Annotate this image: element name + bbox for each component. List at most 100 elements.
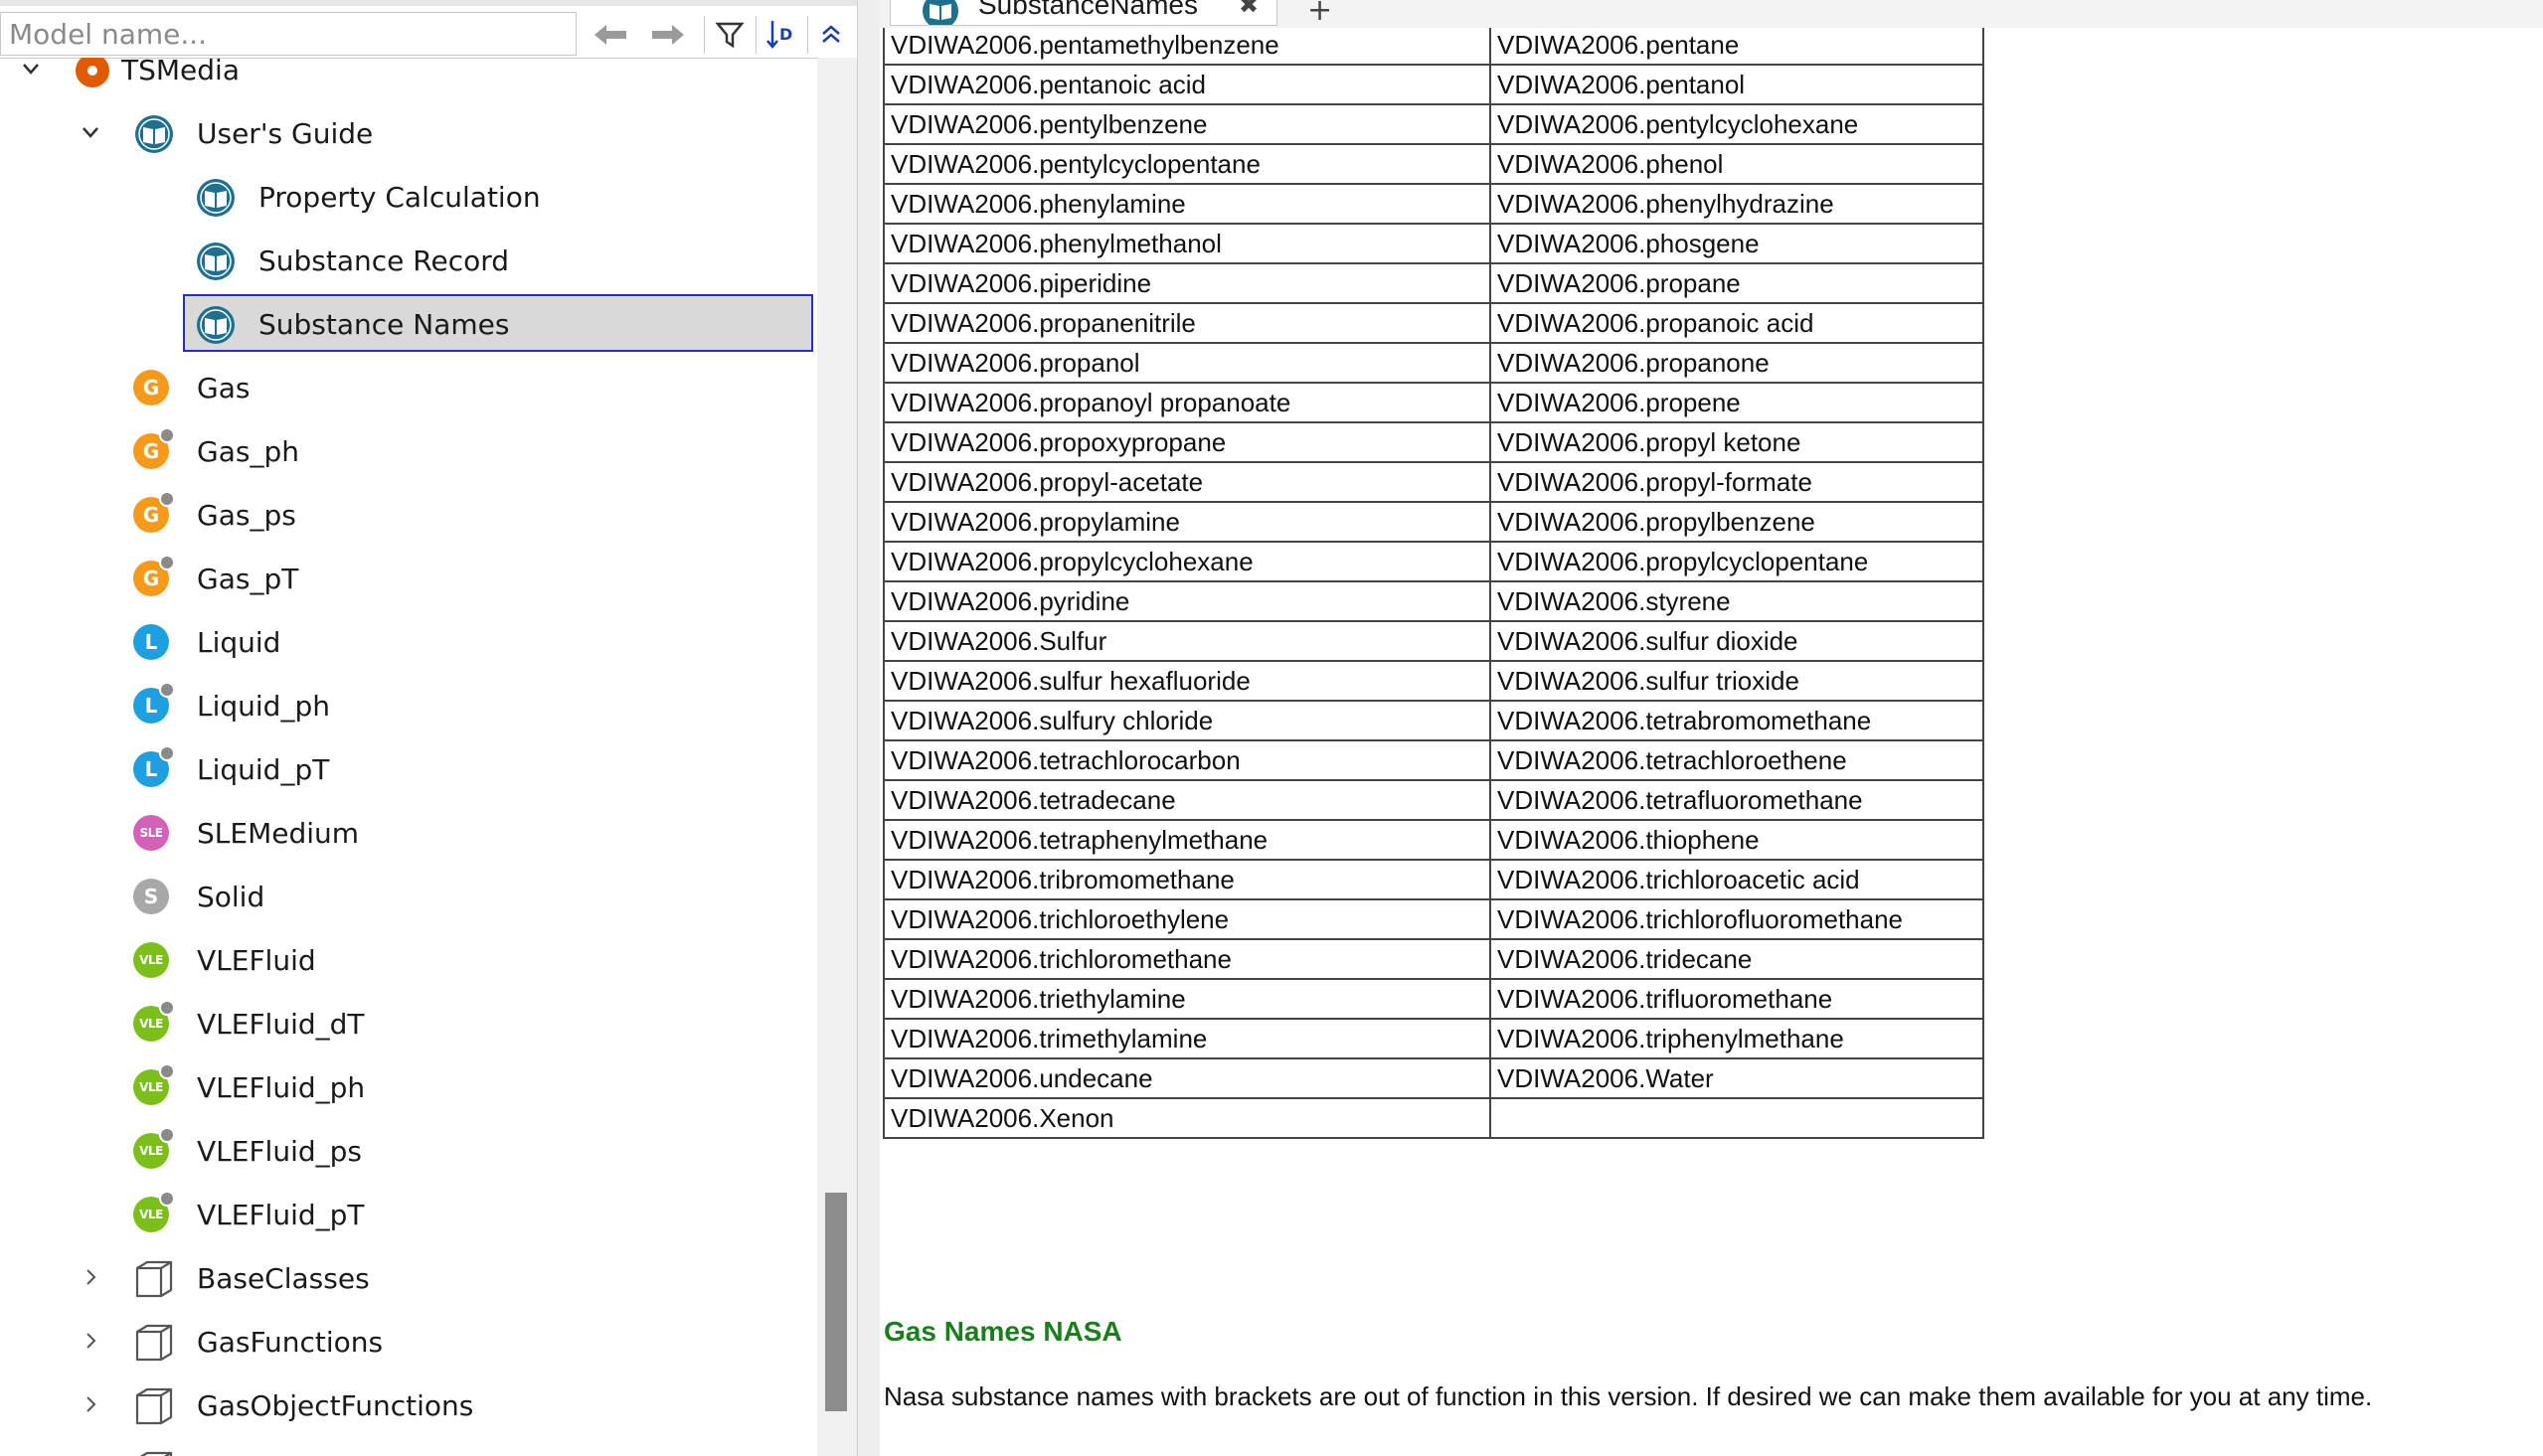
chevron-down-icon[interactable] xyxy=(76,117,105,147)
table-cell: VDIWA2006.propanol xyxy=(883,342,1491,384)
table-cell: VDIWA2006.propane xyxy=(1489,262,1984,304)
tree-item[interactable]: G Gas_ps xyxy=(0,485,815,545)
table-cell: VDIWA2006.sulfur trioxide xyxy=(1489,660,1984,702)
table-cell: VDIWA2006.phenylmethanol xyxy=(883,223,1491,264)
tree-item-label: Substance Names xyxy=(258,308,510,341)
document-tab-strip: SubstanceNames ✖ + xyxy=(880,0,2543,28)
tree-item[interactable]: TSMedia xyxy=(0,58,815,99)
tree-item[interactable]: G Gas_pT xyxy=(0,549,815,608)
tree-item[interactable]: G Gas_ph xyxy=(0,421,815,481)
sort-descending-icon[interactable]: D xyxy=(760,14,803,56)
nasa-note-paragraph: Nasa substance names with brackets are o… xyxy=(884,1381,2373,1411)
tree-item-label: VLEFluid_ph xyxy=(197,1071,366,1104)
tree-item-label: Gas_pT xyxy=(197,563,299,595)
gas-medium-icon: G xyxy=(133,491,175,537)
table-cell: VDIWA2006.trichloroacetic acid xyxy=(1489,859,1984,900)
tree-item[interactable]: BaseClasses xyxy=(0,1248,815,1308)
tree-item[interactable]: SLE SLEMedium xyxy=(0,803,815,863)
table-cell: VDIWA2006.propylcyclohexane xyxy=(883,541,1491,582)
table-row: VDIWA2006.trichloroethylene VDIWA2006.tri… xyxy=(883,898,1984,940)
variant-badge-icon xyxy=(159,745,175,761)
gas-medium-icon: G xyxy=(133,427,175,473)
vle-medium-icon: VLE xyxy=(133,1191,175,1236)
table-row: VDIWA2006.tribromomethane VDIWA2006.trich… xyxy=(883,859,1984,900)
table-row: VDIWA2006.pentamethylbenzene VDIWA2006.pe… xyxy=(883,24,1984,66)
tree-item-label: VLEFluid_ps xyxy=(197,1135,362,1168)
vle-medium-icon: VLE xyxy=(133,940,175,982)
close-icon[interactable]: ✖ xyxy=(1239,0,1259,21)
gas-medium-icon: G xyxy=(133,555,175,600)
table-row: VDIWA2006.Sulfur VDIWA2006.sulfur dioxide xyxy=(883,620,1984,662)
tree-item[interactable]: Property Calculation xyxy=(0,167,815,227)
tree-item[interactable]: VLE VLEFluid_pT xyxy=(0,1185,815,1244)
funnel-icon[interactable] xyxy=(708,14,752,56)
table-cell: VDIWA2006.pentamethylbenzene xyxy=(883,24,1491,66)
arrow-right-icon[interactable] xyxy=(646,14,690,56)
table-row: VDIWA2006.piperidine VDIWA2006.propane xyxy=(883,262,1984,304)
tree-item[interactable]: G Gas xyxy=(0,358,815,417)
tree-item[interactable]: VLE VLEFluid_dT xyxy=(0,994,815,1053)
tree-item-label: SLEMedium xyxy=(197,817,360,850)
tree-item[interactable]: Substance Record xyxy=(0,231,815,290)
table-cell: VDIWA2006.tetrachlorocarbon xyxy=(883,739,1491,781)
chevron-down-icon[interactable] xyxy=(16,58,46,83)
table-row: VDIWA2006.undecane VDIWA2006.Water xyxy=(883,1057,1984,1099)
table-row: VDIWA2006.pyridine VDIWA2006.styrene xyxy=(883,580,1984,622)
table-row: VDIWA2006.propylcyclohexane VDIWA2006.pro… xyxy=(883,541,1984,582)
tab-label: SubstanceNames xyxy=(978,0,1199,20)
tree-item-label: VLEFluid xyxy=(197,944,316,977)
tree-scrollbar-thumb[interactable] xyxy=(825,1193,847,1411)
tree-item-label: VLEFluid_dT xyxy=(197,1008,365,1041)
substance-names-table: VDIWA2006.pentachloroethaneVDIWA2006.pen… xyxy=(883,0,1984,1139)
tree-item[interactable]: Substance Names xyxy=(0,294,815,354)
table-cell: VDIWA2006.piperidine xyxy=(883,262,1491,304)
collapse-all-icon[interactable] xyxy=(809,14,853,56)
plus-icon[interactable]: + xyxy=(1307,0,1332,26)
tree-item[interactable]: VLE VLEFluid_ps xyxy=(0,1121,815,1181)
tree-item[interactable]: GasFunctions xyxy=(0,1312,815,1372)
table-cell: VDIWA2006.phenylhydrazine xyxy=(1489,183,1984,225)
model-name-search-input[interactable] xyxy=(0,12,577,56)
table-cell: VDIWA2006.propanenitrile xyxy=(883,302,1491,344)
chevron-right-icon[interactable] xyxy=(76,1326,105,1356)
tree-item[interactable]: VLE VLEFluid xyxy=(0,930,815,990)
tab-substance-names[interactable]: SubstanceNames ✖ xyxy=(890,0,1277,26)
table-cell: VDIWA2006.Xenon xyxy=(883,1097,1491,1139)
variant-badge-icon xyxy=(159,682,175,698)
tree-item-label: Liquid_pT xyxy=(197,753,330,786)
table-row: VDIWA2006.trimethylamine VDIWA2006.triphe… xyxy=(883,1018,1984,1059)
chevron-right-icon[interactable] xyxy=(76,1262,105,1292)
table-cell: VDIWA2006.trichloromethane xyxy=(883,938,1491,980)
table-row: VDIWA2006.pentanoic acid VDIWA2006.pentan… xyxy=(883,64,1984,105)
gas-medium-icon: G xyxy=(133,368,175,409)
table-cell: VDIWA2006.triphenylmethane xyxy=(1489,1018,1984,1059)
variant-badge-icon xyxy=(159,427,175,443)
tree-item[interactable]: User's Guide xyxy=(0,103,815,163)
variant-badge-icon xyxy=(159,491,175,507)
panel-splitter[interactable] xyxy=(858,0,880,1456)
table-cell: VDIWA2006.propylbenzene xyxy=(1489,501,1984,543)
arrow-left-icon[interactable] xyxy=(589,14,632,56)
tree-item-label: GasTypes xyxy=(197,1450,328,1456)
package-box-icon xyxy=(133,1449,175,1456)
variant-badge-icon xyxy=(159,1063,175,1079)
tree-item[interactable]: GasTypes xyxy=(0,1439,815,1456)
tree-item[interactable]: L Liquid xyxy=(0,612,815,672)
vle-medium-icon: VLE xyxy=(133,1127,175,1173)
tree-item[interactable]: S Solid xyxy=(0,867,815,926)
table-cell: VDIWA2006.Water xyxy=(1489,1057,1984,1099)
table-row: VDIWA2006.tetrachlorocarbon VDIWA2006.tet… xyxy=(883,739,1984,781)
tree-item[interactable]: L Liquid_ph xyxy=(0,676,815,735)
liquid-medium-icon: L xyxy=(133,682,175,728)
svg-text:D: D xyxy=(779,25,792,44)
table-row: VDIWA2006.phenylamine VDIWA2006.phenylhyd… xyxy=(883,183,1984,225)
tree-item-label: VLEFluid_pT xyxy=(197,1199,365,1231)
table-cell: VDIWA2006.phenylamine xyxy=(883,183,1491,225)
tree-item[interactable]: L Liquid_pT xyxy=(0,739,815,799)
tree-item-label: Gas xyxy=(197,372,251,404)
tree-item[interactable]: VLE VLEFluid_ph xyxy=(0,1057,815,1117)
tree-item-label: Property Calculation xyxy=(258,181,541,214)
chevron-right-icon[interactable] xyxy=(76,1389,105,1419)
table-row: VDIWA2006.propoxypropane VDIWA2006.propyl… xyxy=(883,421,1984,463)
tree-item[interactable]: GasObjectFunctions xyxy=(0,1375,815,1435)
